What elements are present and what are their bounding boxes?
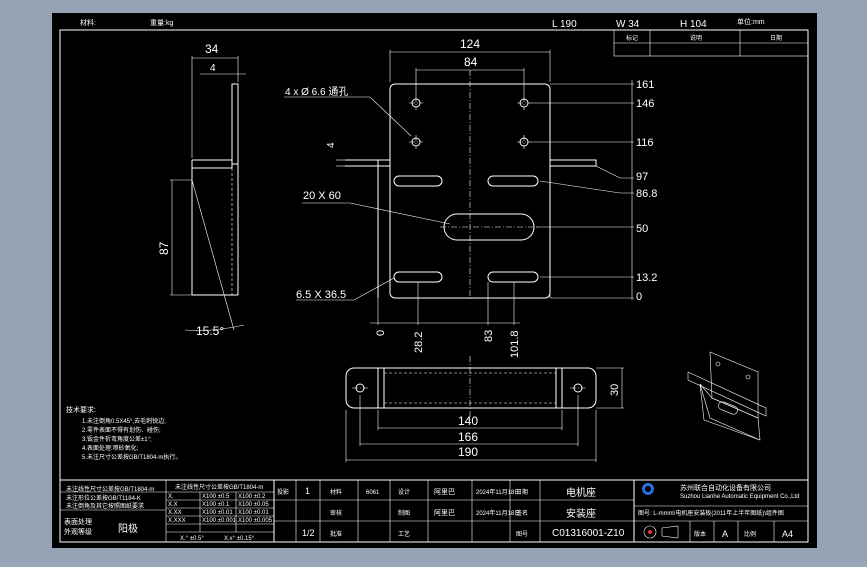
design-date: 2024年11月18日 (476, 488, 520, 496)
front-dim-4: 4 (326, 142, 337, 148)
qty-1: 1 (305, 486, 310, 496)
version-value: A (722, 529, 728, 539)
company-name: 苏州联合自动化设备有限公司 (680, 483, 771, 492)
tol-r3c2: X100 ±0.01 (202, 510, 233, 516)
note-line-4: 4.表面处理:喷砂氧化; (82, 444, 139, 452)
approve-label: 批准 (330, 530, 342, 538)
ord-bottom-83: 83 (483, 330, 495, 342)
company-name-en: Suzhou Lianhe Automatic Equipment Co.,Lt… (680, 494, 799, 500)
mat-label: 材料 (330, 488, 342, 496)
tol-r5c1: X.° ±0.5° (180, 536, 204, 542)
header-weight: 重量:kg (150, 19, 173, 27)
header-material: 材料: (80, 18, 96, 27)
tol-r4c2: X100 ±0.001 (202, 518, 237, 524)
tol-header: 未注线性尺寸公差按GB/T1804-m (175, 483, 263, 491)
check-label: 审核 (330, 509, 342, 517)
ord-right-132: 13.2 (636, 272, 657, 284)
ord-bottom-1018: 101.8 (509, 330, 521, 358)
finish-value: 阳极 (118, 522, 138, 535)
appearance-label: 外观等级 (64, 527, 92, 536)
front-dim-84: 84 (464, 55, 478, 69)
drafter-name: 阿里巴 (434, 508, 455, 517)
revision-header-date: 日期 (770, 34, 782, 42)
side-dim-34: 34 (205, 42, 219, 56)
front-dim-124: 124 (460, 37, 480, 51)
ord-bottom-0: 0 (375, 330, 387, 336)
designer-name: 阿里巴 (434, 487, 455, 496)
qty-12: 1/2 (302, 528, 315, 538)
tol-r2c2: X100 ±0.1 (202, 502, 230, 508)
drawing-no-label: 图号 (516, 531, 528, 538)
tol-note-3: 未注倒角及其它按照图纸要求 (66, 502, 144, 510)
tol-r1c2: X100 ±0.5 (202, 494, 230, 500)
tol-note-1: 未注线性尺寸公差按GB/T1804-m (66, 485, 154, 493)
proj-label: 投影 (277, 488, 289, 496)
tol-r4c1: X.XXX (168, 518, 186, 524)
top-dim-30: 30 (609, 384, 621, 396)
tol-r3c1: X.XX (168, 510, 182, 516)
tol-note-2: 未注形位公差按GB/T1184-K (66, 494, 141, 502)
tol-r1c3: X100 ±0.2 (238, 494, 266, 500)
top-dim-190: 190 (458, 445, 478, 459)
note-line-5: 5.未注尺寸公差按GB/T1804-m执行。 (82, 453, 181, 461)
cad-viewport: 材料: 重量:kg L 190 W 34 H 104 单位:mm 标记 说明 日… (0, 0, 867, 562)
top-dim-140: 140 (458, 414, 478, 428)
header-dim-h: H 104 (680, 19, 707, 30)
version-label: 版本 (694, 530, 706, 538)
surface-label: 表面处理 (64, 517, 92, 526)
part-name: 电机座 (566, 486, 596, 499)
ord-right-50: 50 (636, 223, 648, 235)
revision-header-desc: 说明 (690, 34, 702, 42)
design-label: 设计 (398, 488, 410, 496)
ord-right-97: 97 (636, 171, 648, 183)
process-label: 工艺 (398, 530, 410, 538)
part-name-2: 安装座 (566, 507, 596, 520)
drawing-number: C01316001-Z10 (552, 528, 625, 539)
ord-right-116: 116 (636, 137, 654, 149)
file-path: 图号: L-mmm\电机座安装板(2011年上半年图纸)\组件图 (638, 509, 784, 517)
hole-callout: 4 x Ø 6.6 通孔 (285, 86, 348, 98)
big-slot-callout: 20 X 60 (303, 190, 341, 202)
scale-label: 比例 (744, 530, 756, 538)
side-dim-4: 4 (210, 63, 216, 74)
note-line-3: 3.钣金件折弯角度公差±1°; (82, 435, 152, 443)
tol-r3c3: X100 ±0.01 (238, 510, 269, 516)
side-dim-angle: 15.5° (196, 324, 224, 338)
header-dim-l: L 190 (552, 19, 577, 30)
note-line-1: 1.未注倒角0.5X45°,去毛刺锐边; (82, 417, 166, 425)
ord-bottom-282: 28.2 (413, 332, 425, 353)
drawing-sheet (52, 13, 817, 548)
tol-r4c3: X100 ±0.005 (238, 518, 273, 524)
top-dim-166: 166 (458, 430, 478, 444)
tol-r1c1: X. (168, 494, 174, 500)
notes-title: 技术要求: (66, 405, 96, 414)
ord-right-161: 161 (636, 79, 654, 91)
tol-r5c2: X.x° ±0.15° (224, 536, 255, 542)
name-label: 日期 (516, 488, 528, 496)
tol-r2c3: X100 ±0.05 (238, 502, 269, 508)
tol-r2c1: X.X (168, 502, 178, 508)
header-dim-w: W 34 (616, 19, 640, 30)
ord-right-146: 146 (636, 98, 654, 110)
part-label: 签名 (516, 509, 528, 517)
ord-right-868: 86.8 (636, 188, 657, 200)
draw-label: 制图 (398, 509, 410, 517)
drawing-canvas: 材料: 重量:kg L 190 W 34 H 104 单位:mm 标记 说明 日… (0, 0, 867, 562)
note-line-2: 2.零件表面不得有划伤、碰伤; (82, 426, 161, 434)
mat-value: 6061 (366, 490, 380, 496)
revision-header-mark: 标记 (626, 34, 638, 42)
sheet-size: A4 (782, 529, 793, 539)
header-unit: 单位:mm (737, 17, 765, 26)
side-dim-87: 87 (157, 241, 171, 255)
draw-date: 2024年11月18日 (476, 509, 520, 517)
ord-right-0: 0 (636, 291, 642, 303)
small-slot-callout: 6.5 X 36.5 (296, 289, 346, 301)
